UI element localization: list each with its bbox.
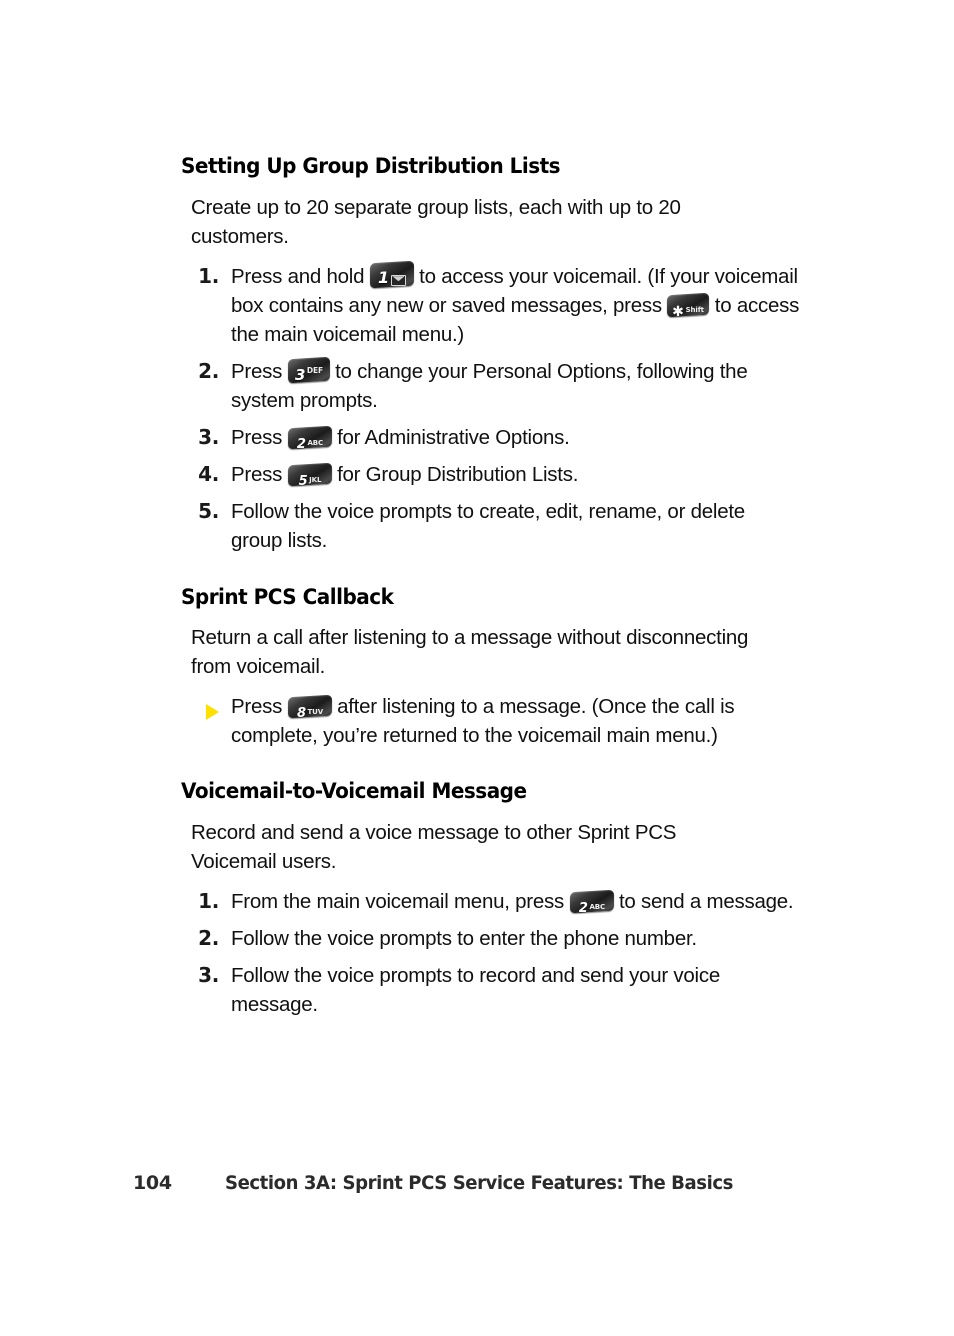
list-item: 1. Press and hold 1 to access your voice… [181,260,801,349]
key-1-voicemail-icon: 1 [369,260,414,288]
list-marker: 4. [198,461,219,486]
section-heading-sprint-pcs-callback: Sprint PCS Callback [181,584,394,610]
page-content: Setting Up Group Distribution Lists Crea… [181,155,801,1019]
step-text-before: Press [231,425,283,449]
step-text-after: for Administrative Options. [337,425,570,449]
list-marker: 1. [198,263,219,288]
ordered-list-group-distribution-lists: 1. Press and hold 1 to access your voice… [181,260,801,555]
step-text-after: for Group Distribution Lists. [337,462,579,486]
key-star-shift-icon: ✱ Shift [667,292,710,317]
step-text-before: Press and hold [231,264,365,288]
bullet-triangle-icon [181,692,231,721]
list-item: 2. Follow the voice prompts to enter the… [181,924,801,953]
list-item-text: Follow the voice prompts to record and s… [231,963,721,1016]
list-item-text: Press and hold 1 to access your voicemai… [231,260,801,349]
list-item-text: Follow the voice prompts to enter the ph… [231,926,697,950]
list-item-text: Press 2 ABC for Administrative Options. [231,423,801,452]
ordered-list-voicemail-to-voicemail-message: 1. From the main voicemail menu, press 2… [181,887,801,1019]
list-item: 2. Press 3 DEF to change your Personal Op… [181,356,801,415]
list-marker: 2. [198,925,219,950]
list-marker: 2. [198,358,219,383]
key-5-jkl-icon: 5 JKL [287,462,332,486]
list-marker: 3. [198,424,219,449]
list-marker: 5. [198,498,219,523]
step-text-before: Press [231,462,283,486]
footer-section-title: Section 3A: Sprint PCS Service Features:… [225,1172,733,1194]
list-marker: 1. [198,888,219,913]
page-number: 104 [133,1172,172,1194]
bullet-list-sprint-pcs-callback: Press 8 TUV after listening to a message.… [181,692,801,750]
step-text-before: Press [231,359,283,383]
list-item-text: Press 8 TUV after listening to a message.… [231,692,801,750]
list-item-text: Press 3 DEF to change your Personal Optio… [231,356,801,415]
section-heading-group-distribution-lists: Setting Up Group Distribution Lists [181,154,561,179]
step-text-after: to send a message. [618,889,794,913]
list-item-text: Press 5 JKL for Group Distribution Lists. [231,460,801,489]
key-2-abc-icon: 2 ABC [287,425,332,449]
list-item: 3. Follow the voice prompts to record an… [181,961,801,1019]
section-heading-voicemail-to-voicemail-message: Voicemail-to-Voicemail Message [181,779,527,805]
list-item-text: From the main voicemail menu, press 2 ABC… [231,887,801,916]
document-page: Setting Up Group Distribution Lists Crea… [0,0,954,1336]
list-marker: 3. [198,962,219,987]
list-item: 5. Follow the voice prompts to create, e… [181,497,801,555]
section-intro-group-distribution-lists: Create up to 20 separate group lists, ea… [191,195,681,248]
list-item: Press 8 TUV after listening to a message.… [181,692,801,750]
key-2-abc-icon: 2 ABC [569,889,614,914]
list-item: 4. Press 5 JKL for Group Distribution Lis… [181,460,801,489]
key-8-tuv-icon: 8 TUV [287,694,332,719]
step-text-before: Press [231,695,283,719]
list-item-text: Follow the voice prompts to create, edit… [231,499,745,552]
step-text-before: From the main voicemail menu, press [231,889,565,913]
section-intro-sprint-pcs-callback: Return a call after listening to a messa… [191,626,749,679]
page-footer: 104 Section 3A: Sprint PCS Service Featu… [133,1172,853,1194]
list-item: 1. From the main voicemail menu, press 2… [181,887,801,916]
key-3-def-icon: 3 DEF [287,356,330,383]
section-intro-voicemail-to-voicemail-message: Record and send a voice message to other… [191,820,677,873]
list-item: 3. Press 2 ABC for Administrative Options… [181,423,801,452]
